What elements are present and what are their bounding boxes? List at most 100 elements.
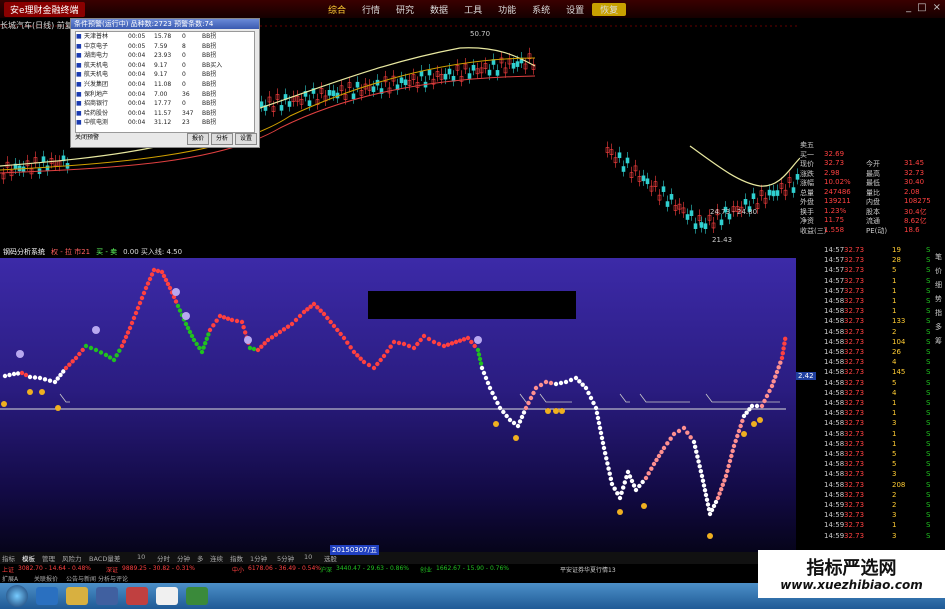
indicator-dot [281,327,287,332]
indicator-dot [297,313,303,319]
candle-body [515,61,520,67]
bottom-tab[interactable]: BACD量差 [89,553,120,563]
bottom-tab[interactable]: 指标 [2,553,15,563]
alert-cell: 00:05 [128,42,146,50]
bottom-tab[interactable]: 管理 [42,553,55,563]
alert-cell: 9.17 [154,61,168,69]
buy-signal-dot [244,336,252,344]
status2-item[interactable]: 公告与新闻 [66,574,96,583]
maximize-icon[interactable]: □ [917,2,926,13]
price-label-low: 21.43 [712,236,732,244]
alert-dialog[interactable]: 条件预警(运行中) 品种数:2723 预警条数:74 ■ 天津普林 00:05 15.… [70,18,260,148]
quote-label: PE(动) [866,226,888,235]
status-item: 6178.06 - 36.49 - 0.54% [248,565,322,572]
bottom-tab[interactable]: 分钟 [177,553,190,563]
quote-button[interactable]: 报价 [187,133,209,145]
menu-item-functions[interactable]: 功能 [490,3,524,16]
alert-row[interactable]: ■ 中京电子 00:05 7.59 8 BB拐 [76,42,254,52]
app-title[interactable]: 安e理财金融终端 [4,2,85,17]
close-icon[interactable]: × [933,2,941,13]
candle-body [41,156,46,163]
indicator-dot [129,320,135,326]
alert-row[interactable]: ■ 中航电测 00:04 31.12 23 BB拐 [76,118,254,128]
side-tab[interactable]: 细 [935,280,945,294]
menu-item-settings[interactable]: 设置 [558,3,592,16]
indicator-dot [717,491,722,496]
bottom-tab[interactable]: 5分钟 [277,553,294,563]
date-cursor-label: 20150307/五 [330,545,379,555]
menu-item-tools[interactable]: 工具 [456,3,490,16]
bottom-tab[interactable]: 指数 [230,553,243,563]
bottom-tab[interactable]: 分时 [157,553,170,563]
bottom-tab[interactable]: 多 [197,553,204,563]
alert-row[interactable]: ■ 航天机电 00:04 9.17 0 BB买入 [76,61,254,71]
app-icon-2[interactable] [156,587,178,605]
alert-dialog-title[interactable]: 条件预警(运行中) 品种数:2723 预警条数:74 [71,19,259,29]
indicator-dot [515,423,521,429]
alert-row[interactable]: ■ 哈药股份 00:04 11.57 347 BB拐 [76,109,254,119]
menu-item-system[interactable]: 系统 [524,3,558,16]
indicator-dot [705,502,711,507]
indicator-dot [774,369,780,375]
bottom-tab[interactable]: 1分钟 [250,553,267,563]
menu-item-research[interactable]: 研究 [388,3,422,16]
bottom-tab[interactable]: 连续 [210,553,223,563]
settings-button[interactable]: 设置 [235,133,257,145]
tick-cell: 3 [892,531,897,540]
menu-item-data[interactable]: 数据 [422,3,456,16]
side-tab[interactable]: 笔 [935,252,945,266]
quote-label: 今开 [866,160,880,168]
alert-row[interactable]: ■ 航天机电 00:04 9.17 0 BB拐 [76,70,254,80]
folder-icon[interactable] [66,587,88,605]
candle-body [427,69,432,76]
bottom-tab[interactable]: 风险力 [62,553,82,563]
indicator-dot [58,372,63,378]
alert-list[interactable]: ■ 天津普林 00:05 15.78 0 BB拐 ■ 中京电子 00:05 7.59 8 BB拐 ■ 湖南… [75,31,255,133]
alert-row[interactable]: ■ 兴发集团 00:04 11.08 0 BB拐 [76,80,254,90]
indicator-dot [497,405,503,411]
bottom-tab[interactable]: 10 [304,553,312,561]
alert-cell: 00:04 [128,90,146,98]
tick-row: 14:58 32.73 1 S [800,399,945,409]
indicator-dot [781,346,786,351]
indicator-dot [445,342,451,347]
tick-row: 14:58 32.73 2 S [800,328,945,338]
menu-item-composite[interactable]: 综合 [320,3,354,16]
alert-row[interactable]: ■ 天津普林 00:05 15.78 0 BB拐 [76,32,254,42]
start-icon[interactable] [6,585,28,607]
close-alert-button[interactable]: 关闭预警 [75,133,105,143]
side-tab[interactable]: 势 [935,294,945,308]
window-controls: _ □ × [906,2,941,13]
alert-row[interactable]: ■ 招商银行 00:04 17.77 0 BB拐 [76,99,254,109]
side-tabs: 笔价细势指多筹 [935,252,945,350]
side-tab[interactable]: 筹 [935,336,945,350]
indicator-name[interactable]: 钢码分析系统 [3,247,45,257]
restore-button[interactable]: 恢复 [592,3,627,16]
tick-cell: 3 [892,511,897,520]
indicator-dot [32,375,38,380]
side-tab[interactable]: 价 [935,266,945,280]
side-tab[interactable]: 多 [935,322,945,336]
bottom-tab[interactable]: 模板 [22,553,35,563]
tick-cell: S [926,276,931,285]
status2-item[interactable]: 关联报价 [34,574,58,583]
app-icon-1[interactable] [126,587,148,605]
menu-item-market[interactable]: 行情 [354,3,388,16]
analyze-button[interactable]: 分析 [211,133,233,145]
side-tab[interactable]: 指 [935,308,945,322]
media-icon[interactable] [96,587,118,605]
minimize-icon[interactable]: _ [906,2,911,13]
bottom-tab[interactable]: 10 [137,553,145,561]
indicator-dot [490,390,495,396]
indicator-dot [15,371,21,376]
status2-item[interactable]: 分析与评论 [98,574,128,583]
buy-signal-dot [16,350,24,358]
app-icon-3[interactable] [186,587,208,605]
indicator-dot [418,337,423,343]
alert-row[interactable]: ■ 保利地产 00:04 7.00 36 BB拐 [76,90,254,100]
ie-icon[interactable] [36,587,58,605]
indicator-dot [526,400,531,406]
indicator-dot [698,468,704,474]
alert-row[interactable]: ■ 湖南电力 00:04 23.93 0 BB拐 [76,51,254,61]
status2-item[interactable]: 扩展A [2,574,18,583]
